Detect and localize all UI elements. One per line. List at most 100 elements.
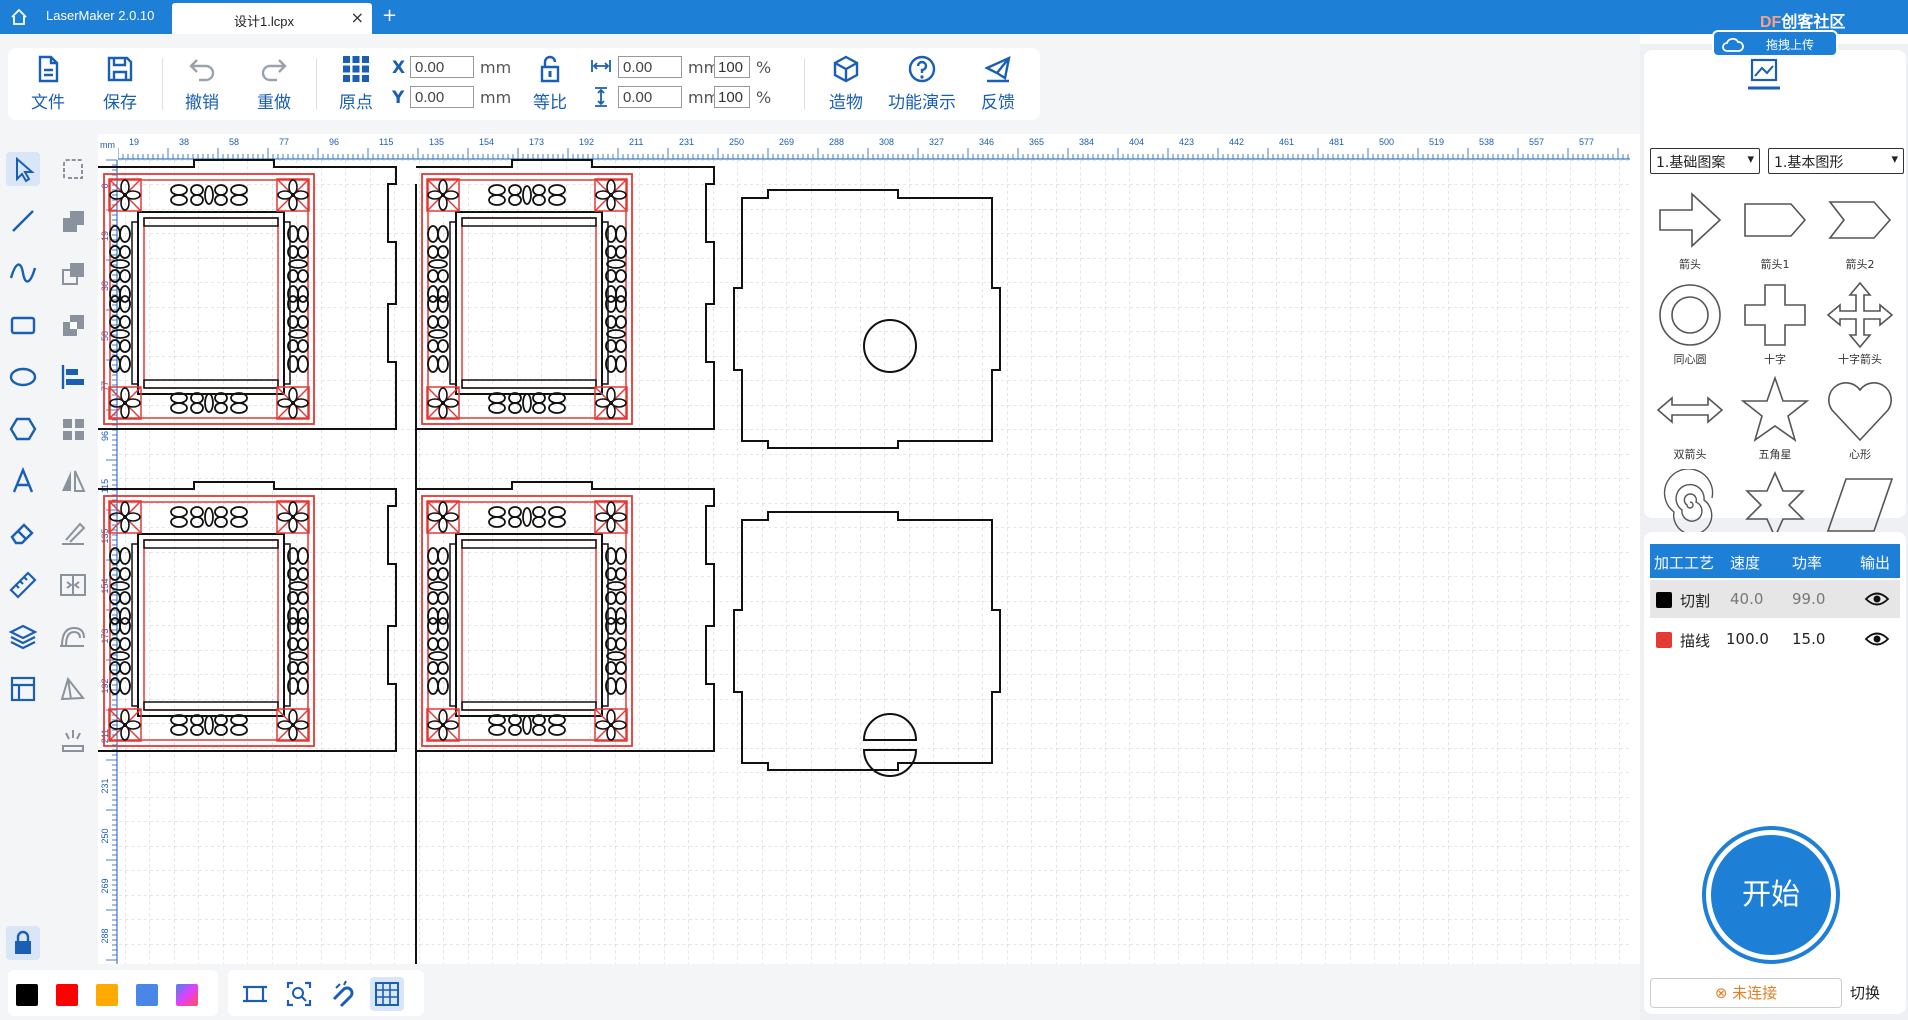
divider <box>162 58 163 110</box>
sketch-tool[interactable] <box>56 516 90 550</box>
zoom-selection-button[interactable] <box>282 977 316 1011</box>
shape-item[interactable]: 同心圆 <box>1650 277 1730 371</box>
library-tab-icon[interactable] <box>1744 54 1784 94</box>
home-icon[interactable] <box>8 6 30 28</box>
origin-button[interactable]: 原点 <box>328 54 384 116</box>
ruler-top-label: 250 <box>729 137 744 147</box>
y-position-input[interactable] <box>410 86 474 108</box>
magnet-button[interactable] <box>326 977 360 1011</box>
save-icon <box>107 56 133 82</box>
add-tab-button[interactable]: + <box>382 5 397 26</box>
offset-tool[interactable] <box>56 620 90 654</box>
layer-row-cut[interactable]: 切割 40.0 99.0 <box>1650 580 1900 618</box>
shape-item[interactable]: 十字箭头 <box>1820 277 1900 371</box>
magnet-icon <box>332 980 354 1008</box>
layout-tool[interactable] <box>6 672 40 706</box>
color-orange[interactable] <box>96 984 118 1006</box>
color-blue[interactable] <box>136 984 158 1006</box>
file-button[interactable]: 文件 <box>20 54 76 116</box>
tab-document[interactable]: 设计1.lcpx × <box>172 3 372 34</box>
eraser-tool[interactable] <box>6 516 40 550</box>
ruler-top-label: 96 <box>329 137 339 147</box>
main-toolbar: 文件 保存 撤销 重做 原点 X mm Y mm 等比 mm % mm % 造物… <box>8 48 1040 120</box>
array-tool[interactable] <box>56 412 90 446</box>
connection-status[interactable]: ⊗ 未连接 <box>1650 978 1842 1008</box>
measure-tool[interactable] <box>6 568 40 602</box>
subcategory-select[interactable]: 1.基本图形 <box>1768 148 1904 174</box>
distribute-tool[interactable] <box>56 568 90 602</box>
color-red[interactable] <box>56 984 78 1006</box>
app-name: LaserMaker 2.0.10 <box>46 8 155 23</box>
rectangle-tool[interactable] <box>6 308 40 342</box>
width-percent-input[interactable] <box>714 56 750 78</box>
ruler-left-label: 269 <box>100 878 110 893</box>
polygon-tool[interactable] <box>6 412 40 446</box>
line-tool[interactable] <box>6 204 40 238</box>
ruler-top-label: 192 <box>579 137 594 147</box>
color-black[interactable] <box>16 984 38 1006</box>
fit-page-button[interactable] <box>238 977 272 1011</box>
design-canvas[interactable]: 19 38 58 77 96 115 135 154 173 192 211 231 250 269 288… <box>98 134 1630 964</box>
shape-item[interactable]: 十字 <box>1735 277 1815 371</box>
layer-speed[interactable]: 100.0 <box>1726 630 1769 648</box>
ruler-top-label: 461 <box>1279 137 1294 147</box>
height-percent-input[interactable] <box>714 86 750 108</box>
canvas-drawing[interactable]: 19 38 58 77 96 115 135 154 173 192 211 231 250 269 288… <box>98 134 1630 964</box>
select-tool[interactable] <box>6 152 40 186</box>
redo-button[interactable]: 重做 <box>246 54 302 116</box>
feedback-button[interactable]: 反馈 <box>970 54 1026 116</box>
union-tool[interactable] <box>56 204 90 238</box>
demo-button[interactable]: 功能演示 <box>882 54 962 116</box>
node-edit-tool[interactable] <box>56 152 90 186</box>
undo-button[interactable]: 撤销 <box>174 54 230 116</box>
light-tool[interactable] <box>56 724 90 758</box>
undo-icon <box>189 59 215 82</box>
layer-power[interactable]: 99.0 <box>1792 590 1825 608</box>
switch-button[interactable]: 切换 <box>1850 982 1880 1003</box>
ruler-top-label: 365 <box>1029 137 1044 147</box>
align-tool[interactable] <box>56 360 90 394</box>
shape-item[interactable]: 箭头 <box>1650 182 1730 276</box>
mirror-tool[interactable] <box>56 464 90 498</box>
grid-toggle-button[interactable] <box>370 977 404 1011</box>
eye-icon[interactable] <box>1864 590 1890 608</box>
shape-preview-icon <box>1744 284 1806 346</box>
shape-item[interactable]: 心形 <box>1820 372 1900 466</box>
curve-tool[interactable] <box>6 256 40 290</box>
y-label: Y <box>392 88 405 108</box>
height-input[interactable] <box>618 86 682 108</box>
color-gradient[interactable] <box>176 984 198 1006</box>
eye-icon[interactable] <box>1864 630 1890 648</box>
category-select[interactable]: 1.基础图案 <box>1650 148 1760 174</box>
text-tool[interactable] <box>6 464 40 498</box>
start-button[interactable]: 开始 <box>1706 830 1836 960</box>
x-position-input[interactable] <box>410 56 474 78</box>
build-button[interactable]: 造物 <box>818 54 874 116</box>
layer-power[interactable]: 15.0 <box>1792 630 1825 648</box>
fold-tool[interactable] <box>56 672 90 706</box>
community-text: 创客社区 <box>1781 14 1846 31</box>
layers-tool[interactable] <box>6 620 40 654</box>
lock-icon <box>15 930 31 954</box>
shape-label: 箭头1 <box>1760 258 1790 271</box>
shape-item[interactable]: 双箭头 <box>1650 372 1730 466</box>
ruler-top-label: 19 <box>129 137 139 147</box>
community-logo[interactable]: DF创客社区 <box>1760 8 1845 32</box>
shape-item[interactable]: 箭头2 <box>1820 182 1900 276</box>
shape-item[interactable]: 箭头1 <box>1735 182 1815 276</box>
curve-icon <box>9 263 37 283</box>
ruler-top-label: 77 <box>279 137 289 147</box>
canvas-lock-button[interactable] <box>6 926 40 960</box>
width-input[interactable] <box>618 56 682 78</box>
drag-upload-button[interactable]: 拖拽上传 <box>1712 30 1838 57</box>
shape-preview-icon <box>1826 281 1894 349</box>
subtract-tool[interactable] <box>56 256 90 290</box>
intersect-tool[interactable] <box>56 308 90 342</box>
shape-item[interactable]: 五角星 <box>1735 372 1815 466</box>
close-icon[interactable]: × <box>351 8 364 27</box>
layer-row-outline[interactable]: 描线 100.0 15.0 <box>1650 620 1900 658</box>
layer-speed[interactable]: 40.0 <box>1730 590 1763 608</box>
ellipse-tool[interactable] <box>6 360 40 394</box>
save-button[interactable]: 保存 <box>92 54 148 116</box>
lock-ratio-button[interactable]: 等比 <box>522 54 578 116</box>
